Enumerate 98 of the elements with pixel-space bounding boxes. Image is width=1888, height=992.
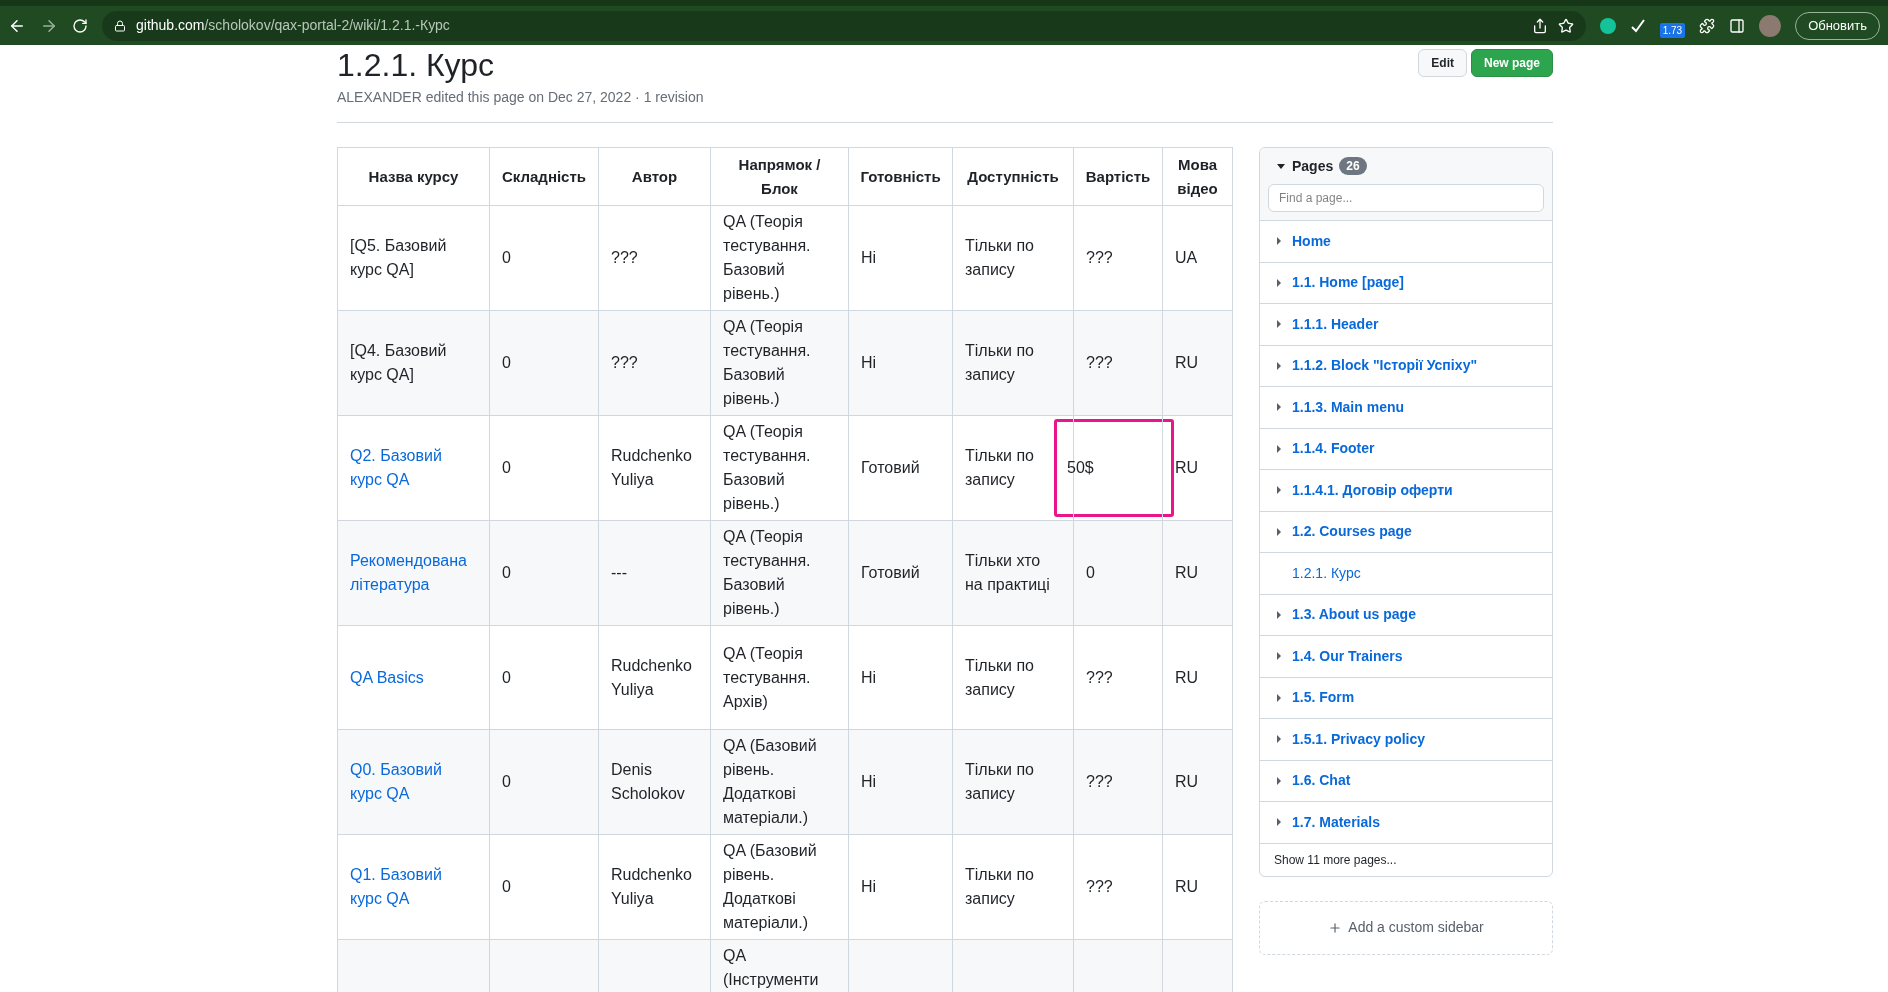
access-text: Тільки по запису — [965, 865, 1035, 909]
readiness-text: Ні — [861, 667, 878, 688]
column-header: Складність — [501, 167, 587, 185]
caret-icon[interactable] — [1276, 444, 1282, 453]
price-text: ??? — [1085, 248, 1114, 268]
author-text: ??? — [611, 353, 639, 373]
lock-icon — [114, 19, 126, 32]
star-icon[interactable] — [1557, 17, 1574, 34]
direction-text: QA (Теорія тестування. Базовий рівень.) — [723, 422, 812, 514]
difficulty-text: 0 — [502, 563, 512, 583]
reload-icon[interactable] — [72, 17, 88, 34]
difficulty-text: 0 — [502, 353, 512, 373]
column-header: Вартість — [1085, 167, 1151, 185]
caret-icon[interactable] — [1276, 652, 1282, 661]
side-panel-icon[interactable] — [1729, 17, 1746, 34]
find-page-field[interactable]: Find a page... — [1268, 184, 1544, 212]
address-bar[interactable]: github.com/scholokov/qax-portal-2/wiki/1.2.1.-Курс — [102, 10, 1586, 41]
price-text: 50$ — [1067, 458, 1094, 478]
avatar-icon[interactable] — [1759, 14, 1782, 37]
plus-icon — [1328, 920, 1343, 935]
column-header: Назва курсу — [368, 167, 459, 185]
column-header: Готовність — [860, 167, 941, 185]
difficulty-text: 0 — [502, 772, 512, 792]
course-name: [Q5. Базовий курс QA] — [350, 236, 448, 280]
access-text: Тільки по запису — [965, 655, 1035, 700]
price-text: ??? — [1085, 772, 1114, 792]
caret-icon[interactable] — [1276, 403, 1282, 412]
course-link[interactable]: QA Basics — [350, 665, 477, 690]
price-text: 0 — [1085, 563, 1096, 583]
price-text: ??? — [1085, 877, 1114, 897]
access-text: Тільки по запису — [965, 341, 1035, 385]
access-text: Тільки по запису — [965, 236, 1035, 280]
url-text: github.com/scholokov/qax-portal-2/wiki/1.2.1.-Курс — [136, 16, 450, 35]
pages-title: Pages — [1292, 156, 1334, 176]
difficulty-text: 0 — [502, 667, 512, 688]
extensions-icon[interactable] — [1699, 17, 1716, 34]
difficulty-text: 0 — [502, 458, 512, 478]
difficulty-text: 0 — [502, 877, 512, 897]
direction-text: QA (Теорія тестування. Базовий рівень.) — [723, 212, 812, 304]
pages-count: 26 — [1339, 157, 1367, 175]
readiness-text: Готовий — [861, 563, 921, 583]
readiness-text: Ні — [861, 772, 878, 792]
direction-text: QA (Базовий рівень. Додаткові матеріали.) — [723, 841, 818, 933]
check-icon[interactable] — [1629, 17, 1646, 34]
direction-text: QA (Теорія тестування. Базовий рівень.) — [723, 527, 812, 619]
page-title: 1.2.1. Курс — [337, 46, 496, 85]
extension-badge[interactable]: 1.73 — [1659, 23, 1686, 38]
readiness-text: Ні — [861, 353, 878, 373]
language-text: RU — [1175, 877, 1200, 897]
access-text: Тільки хто на практиці — [965, 551, 1051, 595]
caret-icon[interactable] — [1276, 161, 1286, 171]
edit-button[interactable]: Edit — [1418, 49, 1467, 77]
page-meta: ALEXANDER edited this page on Dec 27, 2022 · 1 revision — [337, 88, 704, 107]
author-text: Rudchenko Yuliya — [611, 446, 693, 490]
price-text: ??? — [1085, 667, 1114, 688]
author-text: ??? — [611, 248, 639, 268]
column-header: Напрямок / Блок — [738, 155, 821, 197]
language-text: RU — [1175, 458, 1200, 478]
author-text: --- — [611, 563, 628, 583]
language-text: UA — [1175, 248, 1199, 268]
access-text: Тільки по запису — [965, 760, 1035, 804]
direction-text: QA (Базовий рівень. Додаткові матеріали.) — [723, 736, 818, 828]
caret-icon[interactable] — [1276, 320, 1282, 329]
author-text: Denis Scholokov — [611, 760, 686, 804]
caret-icon[interactable] — [1276, 486, 1282, 495]
extension-icon[interactable] — [1599, 17, 1616, 34]
caret-icon[interactable] — [1276, 818, 1282, 827]
add-sidebar-button[interactable]: Add a custom sidebar — [1259, 900, 1553, 955]
author-text: Rudchenko Yuliya — [611, 865, 693, 909]
language-text: RU — [1175, 563, 1200, 583]
access-text: Тільки по запису — [965, 446, 1035, 490]
column-header: Доступність — [967, 167, 1059, 185]
caret-icon[interactable] — [1276, 693, 1282, 702]
course-name: [Q4. Базовий курс QA] — [350, 341, 448, 385]
caret-icon[interactable] — [1276, 237, 1282, 246]
readiness-text: Ні — [861, 877, 878, 897]
new-page-button[interactable]: New page — [1471, 49, 1553, 77]
readiness-text: Ні — [861, 248, 878, 268]
direction-text: QA (Інструменти — [723, 946, 820, 990]
direction-text: QA (Теорія тестування. Архів) — [723, 643, 812, 712]
difficulty-text: 0 — [502, 248, 512, 268]
column-header: Мова відео — [1177, 155, 1218, 197]
language-text: RU — [1175, 772, 1200, 792]
share-icon[interactable] — [1531, 17, 1548, 34]
language-text: RU — [1175, 353, 1200, 373]
price-text: ??? — [1085, 353, 1114, 373]
caret-icon[interactable] — [1276, 527, 1282, 536]
column-header: Автор — [631, 167, 678, 185]
caret-icon[interactable] — [1276, 735, 1282, 744]
author-text: Rudchenko Yuliya — [611, 655, 693, 700]
caret-icon[interactable] — [1276, 610, 1282, 619]
direction-text: QA (Теорія тестування. Базовий рівень.) — [723, 317, 812, 409]
caret-icon[interactable] — [1276, 278, 1282, 287]
caret-icon[interactable] — [1276, 776, 1282, 785]
show-more-link[interactable]: Show 11 more pages... — [1274, 850, 1397, 869]
readiness-text: Готовий — [861, 458, 921, 478]
caret-icon[interactable] — [1276, 361, 1282, 370]
language-text: RU — [1175, 667, 1200, 688]
